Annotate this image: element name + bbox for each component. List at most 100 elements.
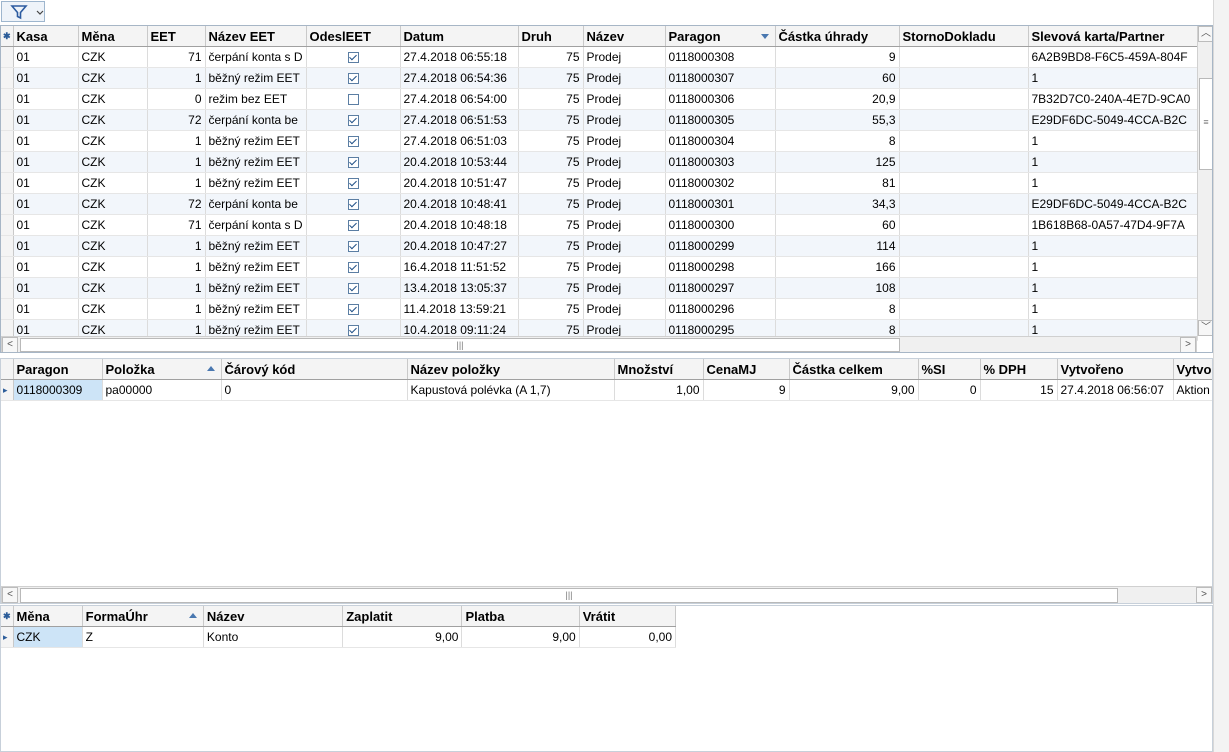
- checked-checkbox[interactable]: [347, 136, 359, 148]
- table-cell[interactable]: 0,00: [579, 626, 677, 648]
- column-header[interactable]: Kasa: [13, 26, 79, 47]
- table-cell[interactable]: Prodej: [583, 109, 666, 131]
- table-cell[interactable]: CZK: [13, 626, 83, 648]
- table-cell[interactable]: [899, 172, 1029, 194]
- table-cell[interactable]: 9,00: [342, 626, 463, 648]
- table-cell[interactable]: 1: [147, 277, 206, 299]
- table-cell[interactable]: běžný režim EET: [205, 130, 307, 152]
- table-cell[interactable]: 0118000309: [13, 379, 103, 401]
- table-row[interactable]: 01 CZK 1 běžný režim EET 11.4.2018 13:59:21 7…: [1, 298, 1198, 320]
- table-cell[interactable]: 01: [13, 130, 79, 152]
- table-cell[interactable]: 01: [13, 235, 79, 257]
- table-cell[interactable]: 20.4.2018 10:48:18: [400, 214, 519, 236]
- table-cell[interactable]: CZK: [78, 298, 148, 320]
- table-row[interactable]: 01 CZK 72 čerpání konta be 27.4.2018 06:51:5…: [1, 109, 1198, 131]
- table-cell[interactable]: 8: [775, 130, 900, 152]
- table-cell[interactable]: 7B32D7C0-240A-4E7D-9CA0: [1028, 88, 1198, 110]
- column-header[interactable]: Vrátit: [579, 606, 677, 627]
- checked-checkbox[interactable]: [347, 199, 359, 211]
- checked-checkbox[interactable]: [347, 52, 359, 64]
- table-cell[interactable]: CZK: [78, 256, 148, 278]
- table-cell[interactable]: 60: [775, 67, 900, 89]
- table-cell[interactable]: [899, 109, 1029, 131]
- table-cell[interactable]: CZK: [78, 130, 148, 152]
- table-cell[interactable]: 0118000305: [665, 109, 776, 131]
- table-cell[interactable]: 20.4.2018 10:53:44: [400, 151, 519, 173]
- table-cell[interactable]: 75: [518, 235, 584, 257]
- table-cell[interactable]: 75: [518, 298, 584, 320]
- scroll-up-button[interactable]: ︿: [1198, 26, 1212, 42]
- table-cell[interactable]: [899, 214, 1029, 236]
- table-cell[interactable]: [899, 256, 1029, 278]
- table-cell[interactable]: čerpání konta be: [205, 193, 307, 215]
- table-row[interactable]: ▸ 0118000309 pa00000 0 Kapustová polévka (A …: [1, 379, 1212, 401]
- table-cell[interactable]: 0118000304: [665, 130, 776, 152]
- table-cell[interactable]: [899, 130, 1029, 152]
- table-cell[interactable]: CZK: [78, 88, 148, 110]
- row-indicator[interactable]: [1, 46, 14, 68]
- table-cell[interactable]: 1B618B68-0A57-47D4-9F7A: [1028, 214, 1198, 236]
- filter-button[interactable]: [1, 1, 45, 22]
- table-cell[interactable]: 27.4.2018 06:51:03: [400, 130, 519, 152]
- table-cell[interactable]: 1: [147, 298, 206, 320]
- row-indicator[interactable]: ▸: [1, 626, 14, 648]
- column-header[interactable]: Měna: [78, 26, 148, 47]
- table-cell[interactable]: [899, 88, 1029, 110]
- column-header[interactable]: FormaÚhr: [82, 606, 204, 627]
- row-indicator[interactable]: ▸: [1, 379, 14, 401]
- table-row[interactable]: 01 CZK 1 běžný režim EET 27.4.2018 06:51:03 7…: [1, 130, 1198, 152]
- table-cell[interactable]: režim bez EET: [205, 88, 307, 110]
- table-cell[interactable]: 9,00: [461, 626, 580, 648]
- table-cell[interactable]: 114: [775, 235, 900, 257]
- table-cell[interactable]: 0118000301: [665, 193, 776, 215]
- column-header[interactable]: Částka celkem: [789, 359, 919, 380]
- table-cell[interactable]: 01: [13, 298, 79, 320]
- checked-checkbox[interactable]: [347, 325, 359, 337]
- table-cell[interactable]: 1: [1028, 256, 1198, 278]
- table-cell[interactable]: [306, 109, 401, 131]
- column-header[interactable]: Druh: [518, 26, 584, 47]
- table-cell[interactable]: čerpání konta s D: [205, 214, 307, 236]
- table-cell[interactable]: CZK: [78, 277, 148, 299]
- table-cell[interactable]: běžný režim EET: [205, 277, 307, 299]
- table-cell[interactable]: [899, 298, 1029, 320]
- column-header[interactable]: EET: [147, 26, 206, 47]
- chevron-down-icon[interactable]: [36, 9, 44, 17]
- table-cell[interactable]: [306, 172, 401, 194]
- row-indicator[interactable]: [1, 130, 14, 152]
- table-cell[interactable]: CZK: [78, 109, 148, 131]
- row-indicator[interactable]: [1, 298, 14, 320]
- table-cell[interactable]: E29DF6DC-5049-4CCA-B2C: [1028, 193, 1198, 215]
- table-cell[interactable]: 0118000308: [665, 46, 776, 68]
- table-cell[interactable]: 15: [980, 379, 1058, 401]
- table-cell[interactable]: 0118000307: [665, 67, 776, 89]
- table-cell[interactable]: Konto: [203, 626, 344, 648]
- checked-checkbox[interactable]: [347, 241, 359, 253]
- checked-checkbox[interactable]: [347, 178, 359, 190]
- table-cell[interactable]: 27.4.2018 06:51:53: [400, 109, 519, 131]
- table-cell[interactable]: 20.4.2018 10:51:47: [400, 172, 519, 194]
- table-cell[interactable]: [306, 214, 401, 236]
- table-cell[interactable]: 0118000296: [665, 298, 776, 320]
- table-cell[interactable]: [306, 193, 401, 215]
- table-cell[interactable]: Prodej: [583, 172, 666, 194]
- checked-checkbox[interactable]: [347, 220, 359, 232]
- table-cell[interactable]: 75: [518, 277, 584, 299]
- column-header[interactable]: Název: [203, 606, 344, 627]
- scroll-left-button[interactable]: <: [2, 587, 18, 603]
- table-cell[interactable]: pa00000: [102, 379, 222, 401]
- table-cell[interactable]: 1: [1028, 172, 1198, 194]
- table-cell[interactable]: Z: [82, 626, 204, 648]
- table-cell[interactable]: 81: [775, 172, 900, 194]
- table-cell[interactable]: [899, 277, 1029, 299]
- table-cell[interactable]: Kapustová polévka (A 1,7): [407, 379, 615, 401]
- table-cell[interactable]: 75: [518, 67, 584, 89]
- table-row[interactable]: 01 CZK 1 běžný režim EET 20.4.2018 10:51:47 7…: [1, 172, 1198, 194]
- table-cell[interactable]: [306, 277, 401, 299]
- table-cell[interactable]: [306, 67, 401, 89]
- table-row[interactable]: 01 CZK 72 čerpání konta be 20.4.2018 10:48:4…: [1, 193, 1198, 215]
- row-indicator[interactable]: [1, 172, 14, 194]
- table-cell[interactable]: běžný režim EET: [205, 172, 307, 194]
- column-header[interactable]: %SI: [918, 359, 981, 380]
- scroll-thumb[interactable]: |||: [20, 338, 900, 352]
